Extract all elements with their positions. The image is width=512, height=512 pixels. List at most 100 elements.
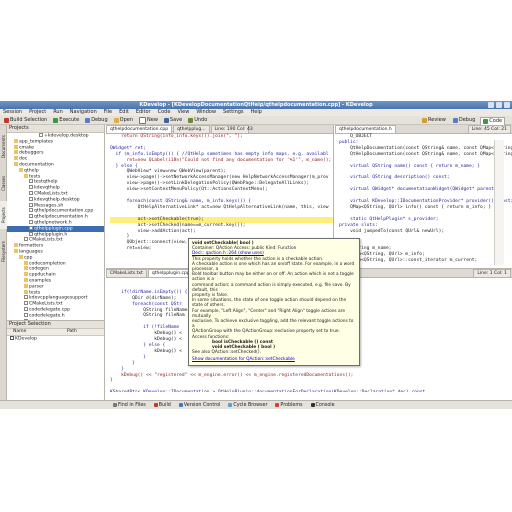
- file-icon: [29, 208, 33, 213]
- find-in-files-button[interactable]: Find in Files: [113, 403, 146, 408]
- file-icon: [29, 219, 33, 224]
- tab-qthelpplugin-cpp[interactable]: qthelpplugin.cpp: [147, 269, 194, 277]
- menu-help[interactable]: Help: [251, 109, 262, 116]
- menu-settings[interactable]: Settings: [223, 109, 244, 116]
- build-toolview-icon: [153, 403, 158, 407]
- column-header-path[interactable]: Path: [63, 329, 77, 335]
- code-line: QtHelpAlternativeLink* act=new QtHelpAlt…: [110, 204, 329, 210]
- editor-left-status: Line: 190 Col: 43: [210, 125, 253, 133]
- find-icon: [113, 403, 117, 407]
- area-debug-button[interactable]: Debug: [451, 117, 477, 124]
- tooltip-see-also: See also QAction::setChecked().: [192, 350, 261, 356]
- build-selection-label: Build Selection: [10, 116, 48, 123]
- column-header-name[interactable]: Name: [7, 329, 63, 335]
- tab-filesystem[interactable]: Filesystem: [0, 233, 7, 269]
- tree-item-label: tests: [29, 290, 41, 296]
- window-title-bar[interactable]: KDevelop - [KDevelopDocumentationQtHelp/…: [0, 101, 512, 109]
- tree-item-label: parser: [29, 284, 44, 290]
- menu-view[interactable]: View: [177, 109, 189, 116]
- build-toolview-button[interactable]: Build: [153, 403, 171, 408]
- menu-bar: Session Project Run Navigation File Edit…: [0, 109, 512, 116]
- execute-icon: [53, 117, 59, 123]
- tooltip-body-line: A checkable action is one which has an o…: [192, 261, 355, 273]
- project-selection-row[interactable]: KDevelop: [7, 336, 104, 342]
- maximize-icon[interactable]: [496, 102, 502, 108]
- open-button[interactable]: Open: [112, 117, 135, 124]
- debug-label: Debug: [91, 116, 108, 123]
- editor-right-status: Line: 45 Col: 21: [467, 125, 511, 133]
- code-lines-left[interactable]: return QString(info_info.keys()).join(",…: [106, 134, 333, 252]
- code-area-icon: [483, 119, 489, 124]
- folder-icon: [24, 289, 28, 294]
- editor-right-tabs: qthelpdocumentation.h Line: 45 Col: 21: [335, 125, 512, 134]
- minimize-icon[interactable]: [488, 102, 494, 108]
- documentation-tooltip[interactable]: void setCheckable( bool ) Container: QAc…: [188, 238, 360, 366]
- execute-button[interactable]: Execute: [51, 117, 81, 124]
- menu-session[interactable]: Session: [3, 109, 22, 116]
- version-control-button[interactable]: Version Control: [178, 402, 221, 408]
- area-switcher: Review Debug Code: [420, 117, 506, 126]
- editor-right[interactable]: qthelpdocumentation.h Line: 45 Col: 21 Q…: [335, 125, 512, 268]
- undo-icon: [188, 117, 194, 123]
- code-line: QtHelpDocumentation(const QString& name,…: [339, 145, 512, 151]
- tree-item-label: codecompletion: [29, 261, 66, 267]
- folder-icon: [14, 248, 18, 253]
- area-review-button[interactable]: Review: [420, 117, 448, 124]
- code-line: KSharedPtr< KDevelop::IDocumentation > Q…: [110, 390, 512, 392]
- menu-edit[interactable]: Edit: [119, 109, 129, 116]
- menu-run[interactable]: Run: [53, 109, 63, 116]
- open-label: Open: [119, 116, 133, 123]
- menu-window[interactable]: Window: [196, 109, 216, 116]
- projects-panel-title: Projects: [7, 125, 104, 133]
- tree-item-label: qthelpdocumentation.cpp: [34, 208, 94, 214]
- version-control-label: Version Control: [183, 402, 221, 408]
- menu-code[interactable]: Code: [158, 109, 171, 116]
- file-icon: [29, 202, 33, 207]
- folder-icon: [19, 254, 23, 259]
- tree-item-label: kdevqthelp: [34, 185, 60, 191]
- checkbox-icon[interactable]: [10, 336, 14, 340]
- tab-qthelpdocumentation-h[interactable]: qthelpdocumentation.h: [335, 125, 396, 133]
- save-button[interactable]: Save: [162, 117, 184, 124]
- undo-button[interactable]: Undo: [186, 117, 209, 124]
- tree-item-label: Messages.sh: [34, 203, 64, 209]
- menu-editor[interactable]: Editor: [136, 109, 151, 116]
- tab-qthelpplugin[interactable]: qthelpplug...: [173, 125, 210, 133]
- folder-icon: [19, 167, 23, 172]
- new-label: New: [147, 116, 158, 123]
- code-line: virtual QWidget* documentationWidget(QWi…: [339, 187, 500, 193]
- tooltip-body-line: QActionGroup with the QActionGroup::excl…: [192, 329, 340, 335]
- menu-project[interactable]: Project: [29, 109, 46, 116]
- project-selection-title: Project Selection: [7, 321, 104, 329]
- folder-icon: [24, 260, 28, 265]
- tooltip-show-docs-link[interactable]: Show documentation for QAction::setCheck…: [192, 357, 356, 362]
- tree-item-label: CMakeLists.txt: [34, 191, 68, 197]
- tab-cmakelists[interactable]: CMakeLists.txt: [106, 269, 147, 277]
- debug-button[interactable]: Debug: [83, 117, 109, 124]
- menu-file[interactable]: File: [104, 109, 112, 116]
- cycle-browser-button[interactable]: Cycle Browser: [228, 403, 267, 408]
- tab-classes[interactable]: Classes: [0, 169, 7, 197]
- console-button[interactable]: Console: [310, 403, 335, 408]
- problems-button[interactable]: Problems: [275, 403, 303, 408]
- tree-item-label: qthelp: [24, 168, 39, 174]
- new-button[interactable]: New: [137, 116, 160, 124]
- code-lines-right[interactable]: Q_OBJECT public: QtHelpDocumentation(cons…: [335, 134, 512, 264]
- close-icon[interactable]: [504, 102, 510, 108]
- menu-navigation[interactable]: Navigation: [70, 109, 97, 116]
- code-line: if (m_info.isEmpty()) { //QtHelp sometim…: [110, 151, 329, 157]
- editor-bottom-status: Line: 1 Col: 1: [473, 269, 511, 277]
- tab-projects[interactable]: Projects: [0, 201, 7, 229]
- tree-item-label: cmake: [19, 145, 35, 151]
- debug-area-label: Debug: [458, 117, 476, 123]
- build-selection-button[interactable]: Build Selection: [2, 117, 49, 124]
- console-icon: [310, 403, 315, 407]
- tree-item-label: languages: [19, 249, 43, 255]
- tab-qthelpdocumentation-cpp[interactable]: qthelpdocumentation.cpp: [106, 125, 173, 133]
- tree-item-label: codegen: [29, 266, 49, 272]
- execute-label: Execute: [59, 116, 80, 123]
- tab-documents[interactable]: Documents: [0, 129, 7, 165]
- undo-label: Undo: [194, 116, 208, 123]
- debug-area-icon: [452, 118, 458, 123]
- save-label: Save: [169, 116, 183, 123]
